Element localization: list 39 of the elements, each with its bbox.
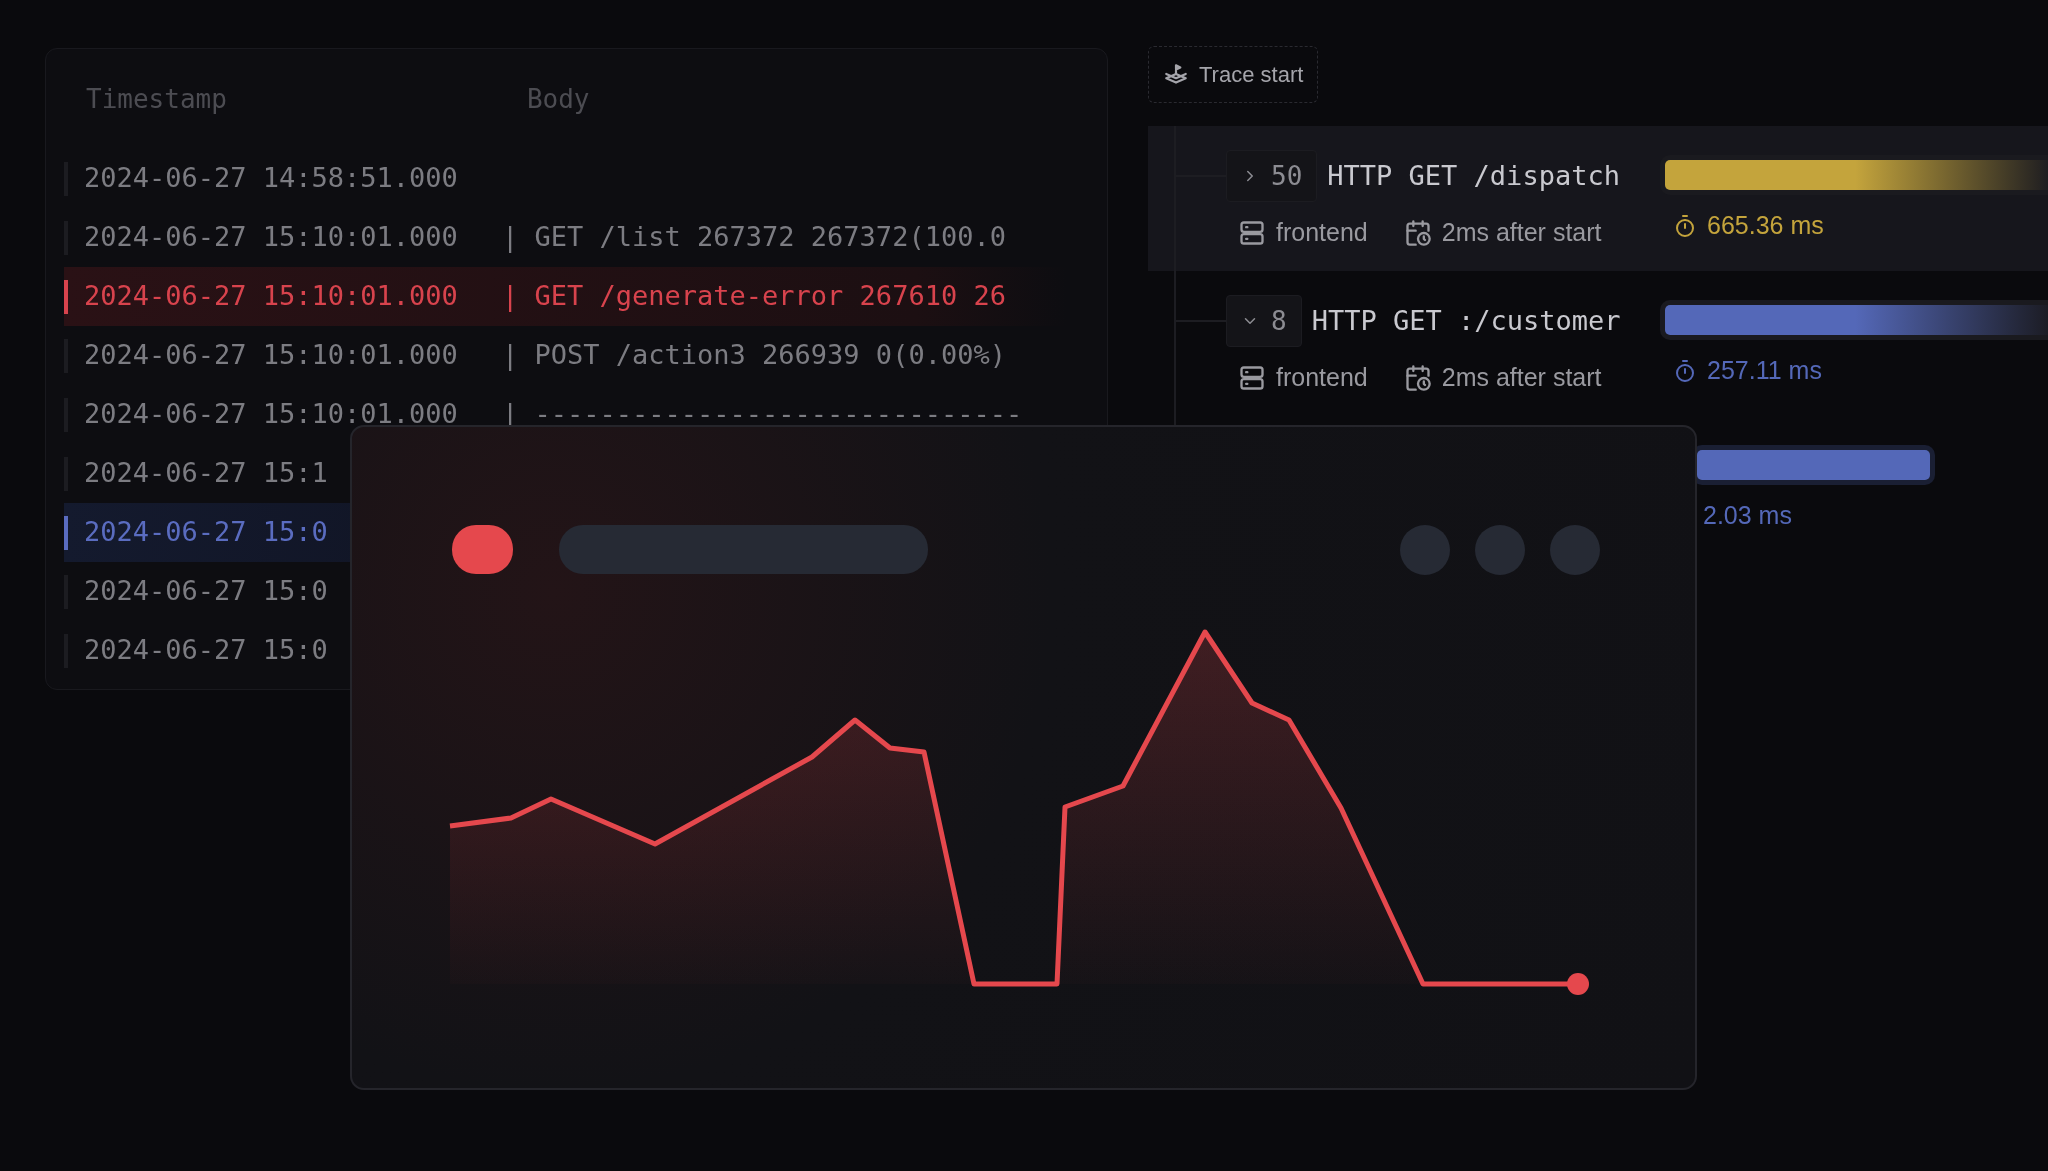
expand-toggle[interactable]: 50 <box>1226 150 1318 202</box>
expand-toggle[interactable]: 8 <box>1226 295 1302 347</box>
timestamp-cell: 2024-06-27 14:58:51.000 <box>84 162 458 194</box>
span-title: HTTP GET /dispatch <box>1327 158 1620 193</box>
stopwatch-icon <box>1673 213 1697 238</box>
timestamp-cell: 2024-06-27 15:10:01.000 <box>84 398 458 430</box>
column-header: Timestamp <box>86 82 227 116</box>
span-row[interactable]: 2.03 ms <box>1148 416 2048 561</box>
body-cell-text: | GET /generate-error 267610 26 <box>502 279 1006 314</box>
record-indicator <box>452 525 513 574</box>
span-row[interactable]: 8 HTTP GET :/customer frontend 2ms after start 257.11 ms <box>1148 271 2048 416</box>
timestamp-cell: 2024-06-27 15:0 <box>84 516 328 548</box>
start-offset: 2ms after start <box>1441 362 1602 393</box>
span-title: HTTP GET :/customer <box>1311 303 1621 338</box>
trace-start-label: Trace start <box>1148 46 1319 103</box>
timestamp-cell: 2024-06-27 15:10:01.000 <box>84 221 458 253</box>
server-icon <box>1238 363 1266 392</box>
calendar-clock-icon <box>1403 363 1432 392</box>
timestamp-cell: 2024-06-27 15:0 <box>84 634 328 666</box>
calendar-clock-icon <box>1403 218 1432 247</box>
duration-text: 2.03 ms <box>1703 500 1792 531</box>
timestamp-cell: 2024-06-27 15:1 <box>84 457 328 489</box>
circle-placeholder <box>1550 525 1600 575</box>
circle-placeholder <box>1400 525 1450 575</box>
server-icon <box>1238 218 1266 247</box>
timestamp-cell: 2024-06-27 15:0 <box>84 575 328 607</box>
span-row[interactable]: 50 HTTP GET /dispatch frontend 2ms after start 665.36 ms <box>1148 126 2048 271</box>
circle-placeholder <box>1475 525 1525 575</box>
column-header: Body <box>526 82 590 116</box>
start-offset: 2ms after start <box>1441 217 1602 248</box>
service-label: frontend <box>1276 362 1368 393</box>
timestamp-cell: 2024-06-27 15:10:01.000 <box>84 280 458 312</box>
body-cell-text: | POST /action3 266939 0(0.00%) <box>502 338 1006 373</box>
service-label: frontend <box>1276 217 1368 248</box>
body-cell-text: | GET /list 267372 267372(100.0 <box>502 220 1006 255</box>
duration-text: 257.11 ms <box>1707 355 1822 386</box>
stopwatch-icon <box>1673 358 1697 383</box>
duration-text: 665.36 ms <box>1707 210 1824 241</box>
timestamp-cell: 2024-06-27 15:10:01.000 <box>84 339 458 371</box>
